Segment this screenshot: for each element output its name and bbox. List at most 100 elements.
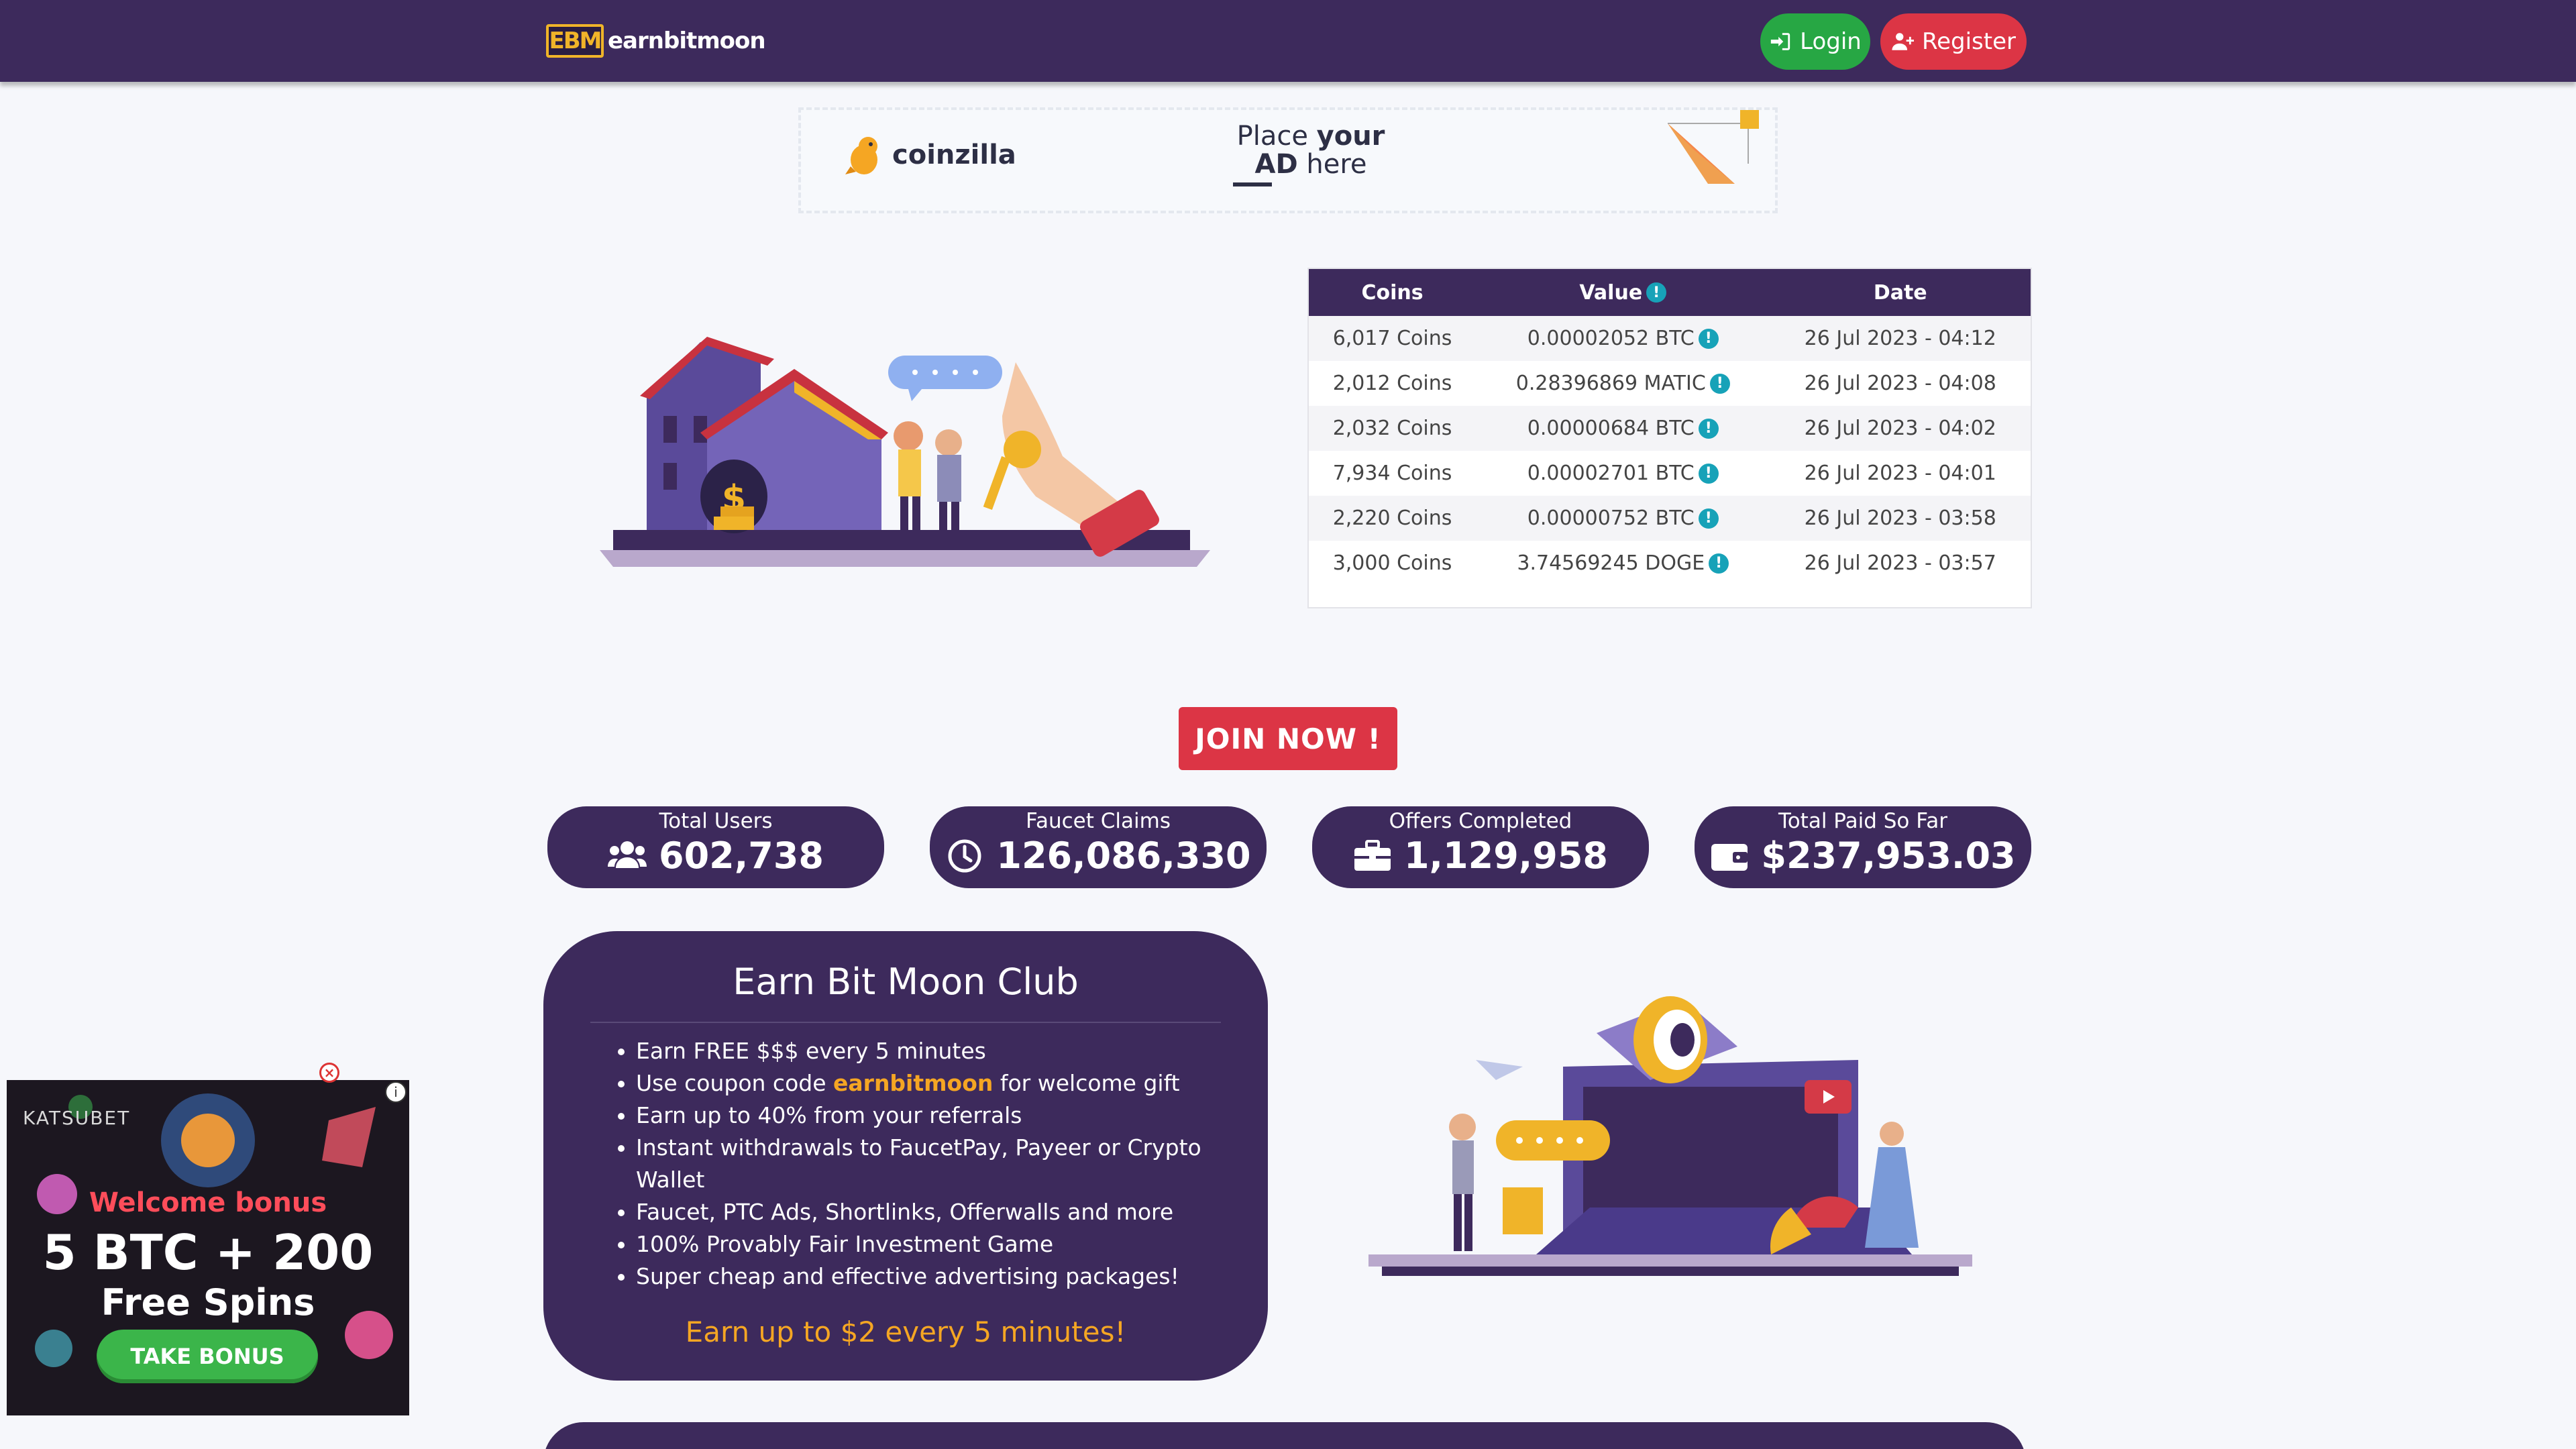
coupon-suffix: for welcome gift [993, 1070, 1180, 1096]
top-ad-banner[interactable]: coinzilla Place your AD here [798, 107, 1778, 213]
place-ad-text: Place your AD here [1203, 122, 1418, 186]
briefcase-icon [1354, 839, 1391, 871]
cell-value-text: 0.00000684 BTC [1527, 417, 1695, 440]
join-now-button[interactable]: JOIN NOW ! [1179, 707, 1397, 770]
info-icon[interactable]: ! [1698, 463, 1719, 484]
place-ad-underline [1233, 182, 1272, 186]
stat-total-users: Total Users 602,738 [547, 806, 884, 888]
take-bonus-button[interactable]: TAKE BONUS [97, 1330, 318, 1383]
stat-total-paid: Total Paid So Far $237,953.03 [1695, 806, 2031, 888]
cell-date: 26 Jul 2023 - 03:58 [1804, 506, 1996, 530]
info-icon[interactable]: ! [1709, 553, 1729, 574]
next-section-panel [543, 1422, 2026, 1449]
table-header: Coins Value ! Date [1309, 269, 2031, 316]
place-ad-line2b: here [1297, 149, 1367, 180]
ad-welcome-text: Welcome bonus [89, 1187, 327, 1218]
cell-value-text: 3.74569245 DOGE [1517, 551, 1705, 575]
cell-value-text: 0.28396869 MATIC [1515, 372, 1706, 395]
cell-value: 0.00000684 BTC! [1476, 417, 1770, 440]
coinzilla-text: coinzilla [892, 140, 1016, 170]
table-row: 2,032 Coins 0.00000684 BTC! 26 Jul 2023 … [1309, 406, 2031, 451]
list-item: Super cheap and effective advertising pa… [636, 1260, 1228, 1293]
info-icon[interactable]: ! [1698, 328, 1719, 349]
stat-value: 602,738 [659, 835, 824, 877]
coupon-code: earnbitmoon [833, 1070, 994, 1096]
cell-value-text: 0.00002052 BTC [1527, 327, 1695, 350]
cell-date: 26 Jul 2023 - 04:01 [1804, 462, 1996, 485]
club-panel: Earn Bit Moon Club Earn FREE $$$ every 5… [543, 931, 1268, 1381]
header-date: Date [1873, 280, 1927, 305]
info-icon[interactable]: ! [1709, 373, 1730, 394]
divider [590, 1022, 1221, 1023]
stat-faucet-claims: Faucet Claims 126,086,330 [930, 806, 1267, 888]
stat-label: Total Paid So Far [1778, 809, 1947, 833]
header-coins: Coins [1361, 280, 1424, 305]
place-ad-line1a: Place [1236, 121, 1317, 152]
login-button[interactable]: Login [1760, 13, 1870, 70]
place-ad-line1b: your [1316, 121, 1385, 152]
cell-date: 26 Jul 2023 - 04:02 [1804, 417, 1996, 440]
logo-mark: EBM [546, 24, 604, 58]
cell-value: 0.00002052 BTC! [1476, 327, 1770, 350]
register-label: Register [1922, 28, 2016, 55]
cell-value: 0.28396869 MATIC! [1476, 372, 1770, 395]
stat-value: 126,086,330 [996, 835, 1251, 877]
table-row: 2,012 Coins 0.28396869 MATIC! 26 Jul 202… [1309, 361, 2031, 406]
info-icon[interactable]: ! [1698, 508, 1719, 529]
stat-label: Total Users [659, 809, 773, 833]
sign-in-icon [1770, 33, 1790, 50]
stat-label: Faucet Claims [1026, 809, 1171, 833]
user-plus-icon [1892, 33, 1914, 50]
cell-date: 26 Jul 2023 - 03:57 [1804, 551, 1996, 575]
table-row: 3,000 Coins 3.74569245 DOGE! 26 Jul 2023… [1309, 541, 2031, 586]
login-label: Login [1800, 28, 1862, 55]
ad-info-icon[interactable]: i [385, 1081, 407, 1103]
header-value-label: Value [1579, 280, 1643, 305]
casino-side-ad[interactable]: KATSUBET Welcome bonus 5 BTC + 200 Free … [7, 1080, 409, 1415]
table-row: 7,934 Coins 0.00002701 BTC! 26 Jul 2023 … [1309, 451, 2031, 496]
close-ad-icon[interactable]: × [319, 1063, 339, 1083]
list-item: 100% Provably Fair Investment Game [636, 1228, 1228, 1260]
cell-value-text: 0.00000752 BTC [1527, 506, 1695, 530]
stat-offers-completed: Offers Completed 1,129,958 [1312, 806, 1649, 888]
place-ad-line2a: AD [1254, 149, 1298, 180]
table-row: 2,220 Coins 0.00000752 BTC! 26 Jul 2023 … [1309, 496, 2031, 541]
list-item: Earn up to 40% from your referrals [636, 1099, 1228, 1132]
stat-value: 1,129,958 [1403, 835, 1609, 877]
recent-payouts-table: Coins Value ! Date 6,017 Coins 0.0000205… [1307, 268, 2032, 608]
club-cta: Earn up to $2 every 5 minutes! [685, 1316, 1126, 1348]
list-item: Use coupon code earnbitmoon for welcome … [636, 1067, 1228, 1099]
dino-icon [845, 137, 877, 174]
clock-icon [948, 839, 981, 872]
list-item: Instant withdrawals to FaucetPay, Payeer… [636, 1132, 1228, 1196]
stat-label: Offers Completed [1389, 809, 1572, 833]
table-body: 6,017 Coins 0.00002052 BTC! 26 Jul 2023 … [1309, 316, 2031, 586]
club-features-list: Earn FREE $$$ every 5 minutes Use coupon… [636, 1035, 1228, 1293]
cell-coins: 6,017 Coins [1332, 327, 1452, 350]
logo-text: earnbitmoon [608, 28, 766, 54]
club-title: Earn Bit Moon Club [733, 961, 1079, 1003]
info-icon[interactable]: ! [1698, 418, 1719, 439]
stat-value-row: $237,953.03 [1695, 835, 2031, 877]
paper-plane-icon [1668, 110, 1759, 184]
stat-value-row: 126,086,330 [930, 835, 1267, 877]
info-icon[interactable]: ! [1646, 282, 1667, 303]
users-icon [608, 841, 647, 868]
table-row: 6,017 Coins 0.00002052 BTC! 26 Jul 2023 … [1309, 316, 2031, 361]
navbar: EBM earnbitmoon Login Register [0, 0, 2576, 82]
marketing-illustration [1368, 996, 1972, 1276]
ad-headline: 5 BTC + 200 [42, 1224, 374, 1281]
site-logo[interactable]: EBM earnbitmoon [546, 23, 766, 59]
list-item: Faucet, PTC Ads, Shortlinks, Offerwalls … [636, 1196, 1228, 1228]
stat-value: $237,953.03 [1761, 835, 2016, 877]
coupon-prefix: Use coupon code [636, 1070, 834, 1096]
register-button[interactable]: Register [1880, 13, 2027, 70]
cell-value: 3.74569245 DOGE! [1476, 551, 1770, 575]
ad-subline: Free Spins [101, 1281, 315, 1324]
cell-coins: 2,220 Coins [1332, 506, 1452, 530]
cell-coins: 3,000 Coins [1332, 551, 1452, 575]
cell-value-text: 0.00002701 BTC [1527, 462, 1695, 485]
house-illustration: $ [600, 337, 1210, 567]
wallet-icon [1711, 843, 1748, 871]
stat-value-row: 602,738 [547, 835, 884, 877]
